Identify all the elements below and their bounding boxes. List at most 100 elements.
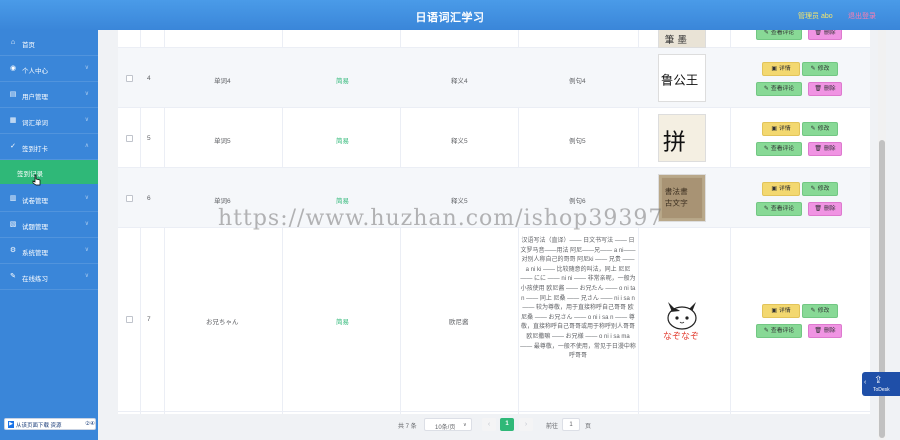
- word-image: 鲁公王: [658, 54, 706, 102]
- detail-button[interactable]: ▣ 详情: [762, 122, 800, 136]
- home-icon: ⌂: [10, 39, 16, 46]
- sidebar-item-questions[interactable]: ▧ 试题管理 ∨: [0, 212, 98, 238]
- trash-icon: 🗑: [814, 146, 822, 152]
- sidebar-item-label: 在线练习: [22, 276, 48, 283]
- app-title: 日语词汇学习: [415, 12, 485, 24]
- svg-text:古文字: 古文字: [665, 198, 688, 208]
- status-cell: 简易: [336, 198, 349, 205]
- todesk-label: ToDesk: [873, 387, 890, 393]
- edit-icon: ✎: [810, 186, 816, 192]
- review-button[interactable]: ✎ 查看评论: [756, 202, 802, 216]
- detail-button[interactable]: ▣ 详情: [762, 304, 800, 318]
- sidebar-item-checkin[interactable]: ✓ 签到打卡 ∧: [0, 134, 98, 160]
- sidebar-item-label: 试题管理: [22, 224, 48, 231]
- svg-text:書法書: 書法書: [665, 186, 688, 196]
- detail-icon: ▣: [771, 126, 778, 132]
- delete-button[interactable]: 🗑 删除: [808, 324, 842, 338]
- next-page-button[interactable]: ›: [519, 418, 533, 431]
- users-icon: ▤: [9, 91, 17, 98]
- sidebar-item-label: 签到打卡: [22, 146, 48, 153]
- delete-button[interactable]: 🗑 删除: [808, 142, 842, 156]
- trash-icon: 🗑: [814, 30, 822, 36]
- review-button[interactable]: ✎ 查看评论: [756, 30, 802, 40]
- word-cell: 单词5: [214, 138, 231, 145]
- sidebar-item-label: 试卷管理: [22, 198, 48, 205]
- row-checkbox[interactable]: [126, 195, 133, 202]
- review-button[interactable]: ✎ 查看评论: [756, 82, 802, 96]
- edit-icon: ✎: [763, 328, 769, 334]
- row-checkbox[interactable]: [126, 135, 133, 142]
- delete-button[interactable]: 🗑 删除: [808, 30, 842, 40]
- top-header: 日语词汇学习 管理员 abo 退出登录: [0, 0, 900, 30]
- sidebar-item-exam-papers[interactable]: ▥ 试卷管理 ∨: [0, 186, 98, 212]
- status-cell: 简易: [336, 138, 349, 145]
- practice-icon: ✎: [10, 273, 16, 280]
- sidebar-item-home[interactable]: ⌂ 首页: [0, 30, 98, 56]
- review-button[interactable]: ✎ 查看评论: [756, 324, 802, 338]
- delete-button[interactable]: 🗑 删除: [808, 202, 842, 216]
- review-button[interactable]: ✎ 查看评论: [756, 142, 802, 156]
- sidebar-item-system[interactable]: ⚙ 系统管理 ∨: [0, 238, 98, 264]
- row-checkbox[interactable]: [126, 316, 133, 323]
- status-cell: 简易: [336, 78, 349, 85]
- edit-button[interactable]: ✎ 修改: [802, 62, 838, 76]
- word-cell: お兄ちゃん: [206, 319, 239, 326]
- goto-label: 前往: [546, 424, 559, 430]
- todesk-widget[interactable]: ‹ ⇪ ToDesk: [862, 372, 900, 396]
- table-row: 4 单词4 简易 释义4 例句4 鲁公王 ▣ 详情 ✎ 修改 ✎ 查看评论 🗑 删除: [118, 48, 870, 108]
- edit-icon: ✎: [810, 66, 816, 72]
- sidebar-subitem-checkin-records[interactable]: 签到记录: [0, 160, 98, 184]
- table-row: 5 单词5 简易 释义5 例句5 拼 ▣ 详情 ✎ 修改 ✎ 查看评论 🗑 删除: [118, 108, 870, 168]
- row-index: 5: [147, 135, 151, 142]
- row-index: 7: [147, 316, 151, 323]
- sidebar-item-label: 系统管理: [22, 250, 48, 257]
- cat-mascot-image: なぞなぞ: [658, 294, 706, 342]
- sidebar-item-profile[interactable]: ◉ 个人中心 ∨: [0, 56, 98, 82]
- sidebar-item-practice[interactable]: ✎ 在线练习 ∨: [0, 264, 98, 290]
- edit-button[interactable]: ✎ 修改: [802, 182, 838, 196]
- sidebar-item-users[interactable]: ▤ 用户管理 ∨: [0, 82, 98, 108]
- sidebar: ⌂ 首页 ◉ 个人中心 ∨ ▤ 用户管理 ∨ ▦ 词汇单词 ∨ ✓ 签到打卡 ∧…: [0, 30, 98, 440]
- meaning-cell: 欧尼酱: [449, 319, 469, 326]
- logout-link[interactable]: 退出登录: [848, 11, 876, 21]
- prev-page-button[interactable]: ‹: [482, 418, 496, 431]
- example-cell: 例句6: [569, 198, 586, 205]
- edit-button[interactable]: ✎ 修改: [802, 122, 838, 136]
- row-checkbox[interactable]: [126, 75, 133, 82]
- example-cell: 例句4: [569, 78, 586, 85]
- detail-icon: ▣: [771, 66, 778, 72]
- svg-text:拼: 拼: [663, 130, 686, 156]
- word-image: 筆 墨: [658, 30, 706, 48]
- chevron-down-icon: ∨: [463, 422, 467, 428]
- current-page-button[interactable]: 1: [500, 418, 514, 431]
- sidebar-item-label: 个人中心: [22, 68, 48, 75]
- sidebar-item-vocabulary[interactable]: ▦ 词汇单词 ∨: [0, 108, 98, 134]
- row-index: 4: [147, 75, 151, 82]
- chevron-left-icon: ‹: [864, 379, 867, 386]
- detail-icon: ▣: [771, 186, 778, 192]
- trash-icon: 🗑: [814, 328, 822, 334]
- svg-text:鲁公王: 鲁公王: [661, 73, 698, 88]
- chevron-down-icon: ∨: [84, 247, 89, 253]
- table-row: 7 お兄ちゃん 简易 欧尼酱 なぞなぞ ▣ 详情 ✎ 修改 ✎ 查看评论 🗑 删除: [118, 228, 870, 412]
- chevron-down-icon: ∨: [84, 273, 89, 279]
- edit-icon: ✎: [810, 126, 816, 132]
- book-icon: ▦: [9, 117, 17, 124]
- detail-button[interactable]: ▣ 详情: [762, 182, 800, 196]
- edit-icon: ✎: [763, 146, 769, 152]
- edit-button[interactable]: ✎ 修改: [802, 304, 838, 318]
- trash-icon: 🗑: [814, 206, 822, 212]
- question-icon: ▧: [9, 221, 17, 228]
- pagination-total: 共 7 条: [398, 424, 417, 430]
- chevron-down-icon: ∨: [84, 91, 89, 97]
- goto-page-input[interactable]: 1: [562, 418, 580, 431]
- detail-button[interactable]: ▣ 详情: [762, 62, 800, 76]
- delete-button[interactable]: 🗑 删除: [808, 82, 842, 96]
- page-size-select[interactable]: 10条/页 ∨: [424, 418, 472, 431]
- sidebar-item-label: 首页: [22, 42, 35, 49]
- meaning-cell: 释义4: [451, 78, 468, 85]
- word-image: 拼: [658, 114, 706, 162]
- detail-icon: ▣: [771, 308, 778, 314]
- chevron-down-icon: ∨: [84, 195, 89, 201]
- user-icon: ◉: [9, 65, 17, 72]
